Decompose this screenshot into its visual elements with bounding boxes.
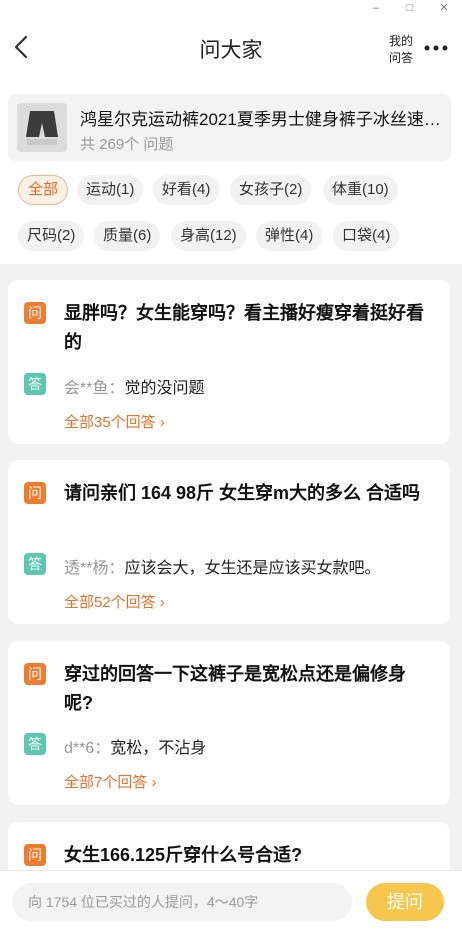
question-icon: 问 (24, 663, 46, 685)
answer-icon: 答 (24, 373, 46, 395)
more-icon[interactable] (422, 38, 450, 58)
question-text: 显胖吗？女生能穿吗？看主播好瘦穿着挺好看的 (64, 303, 424, 352)
ask-button[interactable]: 提问 (366, 883, 444, 921)
all-answers-link[interactable]: 全部35个回答 › (64, 411, 165, 432)
tag-girls[interactable]: 女孩子(2) (230, 175, 312, 205)
ask-question-input[interactable]: 向 1754 位已买过的人提问，4～40字 (12, 883, 352, 921)
question-count: 共 269个 问题 (80, 136, 174, 153)
answer-icon: 答 (24, 553, 46, 575)
my-qa-label: 我的 问答 (388, 34, 413, 65)
tag-pocket[interactable]: 口袋(4) (333, 221, 400, 251)
top-section: 鸿星尔克运动裤2021夏季男士健身裤子冰丝速干短裤 共 269个 问题 全部 运… (0, 78, 462, 264)
window-titlebar: – □ ✕ (0, 0, 462, 16)
tag-quality[interactable]: 质量(6) (94, 221, 161, 251)
answer-line: d**6：宽松，不沾身 (64, 734, 206, 758)
tag-elasticity[interactable]: 弹性(4) (256, 221, 323, 251)
all-answers-link[interactable]: 全部52个回答 › (64, 591, 165, 612)
tag-size[interactable]: 尺码(2) (18, 221, 85, 251)
tag-all[interactable]: 全部 (18, 175, 69, 205)
question-icon: 问 (24, 844, 46, 866)
question-icon: 问 (24, 302, 46, 324)
minimize-button[interactable]: – (366, 0, 386, 16)
question-card[interactable]: 问 显胖吗？女生能穿吗？看主播好瘦穿着挺好看的 答 会**鱼：觉的没问题 全部3… (8, 280, 450, 444)
answer-line: 会**鱼：觉的没问题 (64, 374, 204, 398)
answer-user: 会**鱼： (64, 380, 125, 397)
answer-text: 宽松，不沾身 (110, 740, 207, 757)
tag-height[interactable]: 身高(12) (171, 221, 246, 251)
ask-bar: 向 1754 位已买过的人提问，4～40字 提问 (0, 870, 462, 943)
question-text: 请问亲们 164 98斤 女生穿m大的多么 合适吗 (64, 483, 421, 503)
answer-user: 透**杨： (64, 560, 125, 577)
question-text: 穿过的回答一下这裤子是宽松点还是偏修身呢? (64, 664, 406, 713)
tag-weight[interactable]: 体重(10) (323, 175, 398, 205)
question-text: 女生166.125斤穿什么号合适? (64, 845, 303, 865)
answer-text: 应该会大，女生还是应该买女款吧。 (124, 560, 381, 577)
all-answers-link[interactable]: 全部7个回答 › (64, 771, 157, 792)
product-thumbnail (17, 103, 67, 152)
question-icon: 问 (24, 482, 46, 504)
answer-user: d**6： (64, 740, 111, 757)
product-card[interactable]: 鸿星尔克运动裤2021夏季男士健身裤子冰丝速干短裤 共 269个 问题 (8, 94, 451, 161)
maximize-button[interactable]: □ (400, 0, 420, 16)
answer-line: 透**杨：应该会大，女生还是应该买女款吧。 (64, 554, 380, 578)
question-card[interactable]: 问 穿过的回答一下这裤子是宽松点还是偏修身呢? 答 d**6：宽松，不沾身 全部… (8, 641, 450, 805)
tag-sport[interactable]: 运动(1) (77, 175, 144, 205)
page-header: 问大家 我的 问答 (0, 16, 462, 78)
question-card[interactable]: 问 请问亲们 164 98斤 女生穿m大的多么 合适吗 答 透**杨：应该会大，… (8, 460, 450, 624)
close-button[interactable]: ✕ (434, 0, 454, 16)
product-title: 鸿星尔克运动裤2021夏季男士健身裤子冰丝速干短裤 (80, 110, 446, 129)
tag-looks[interactable]: 好看(4) (153, 175, 220, 205)
my-qa-link[interactable]: 我的 问答 (386, 33, 416, 67)
answer-text: 觉的没问题 (124, 380, 205, 397)
answer-icon: 答 (24, 733, 46, 755)
